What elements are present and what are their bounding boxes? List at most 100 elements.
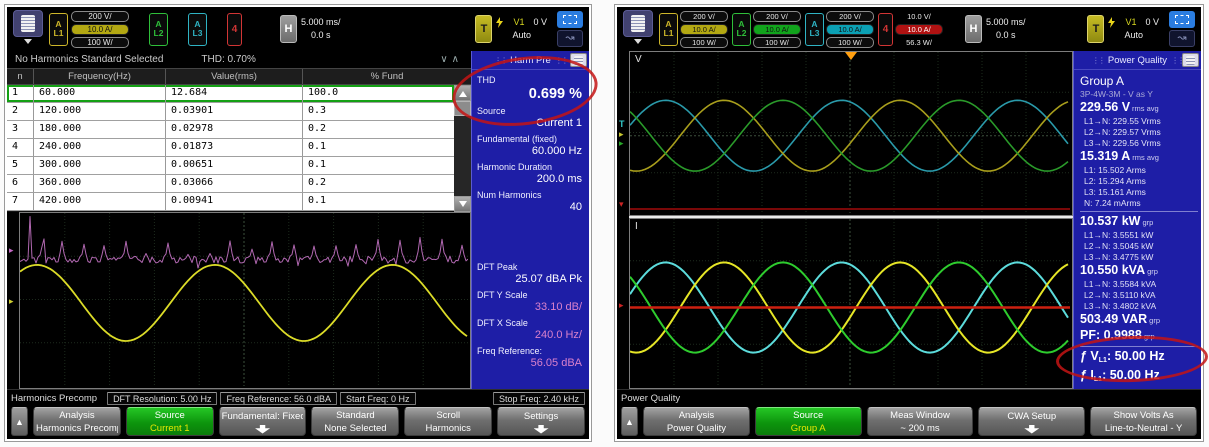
power-quality-titlebar[interactable]: ⋮⋮ Power Quality ⋮⋮ (1074, 51, 1201, 70)
channel-badge-4[interactable]: 4 (878, 13, 893, 46)
panel-title: Harm Pre (510, 55, 551, 66)
scale-10-0-a[interactable]: 10.0 A/ (680, 24, 728, 35)
freq-subscript: L1 (1094, 376, 1102, 383)
softkey-analysis[interactable]: AnalysisPower Quality (643, 407, 750, 436)
scale-100-w[interactable]: 100 W/ (826, 37, 874, 48)
scale-100-w[interactable]: 100 W/ (71, 37, 129, 48)
scale-10-0-a[interactable]: 10.0 A/ (753, 24, 801, 35)
softkey-standard[interactable]: StandardNone Selected (311, 407, 399, 436)
scale-10-0-a[interactable]: 10.0 A/ (895, 24, 943, 35)
scale-10-0-v[interactable]: 10.0 V/ (895, 11, 943, 22)
channel-badge-L1[interactable]: AL1 (659, 13, 678, 46)
pq-groups: Group A3P-4W-3M - V as Y229.56 Vrms avgL… (1074, 70, 1201, 389)
zoom-select-tool-icon[interactable] (557, 11, 583, 28)
table-cell: 2 (7, 103, 33, 120)
table-row[interactable]: 160.00012.684100.0 (7, 85, 454, 103)
softkey-source[interactable]: SourceGroup A (755, 407, 862, 436)
pq-text: 229.56 V (1080, 100, 1130, 114)
pq-text: N: 7.24 mArms (1084, 198, 1141, 208)
table-row[interactable]: 2120.0000.039010.3 (7, 103, 454, 121)
power-quality-screen-inner: AL1200 V/10.0 A/100 W/AL2200 V/10.0 A/10… (617, 7, 1201, 439)
channel-badge-L2[interactable]: AL2 (149, 13, 168, 46)
scrollbar-thumb[interactable] (454, 101, 471, 116)
softkey-top-label: Show Volts As (1113, 409, 1173, 422)
softkey-top-label: Settings (524, 410, 558, 423)
scale-56-3-w[interactable]: 56.3 W/ (895, 37, 943, 48)
harm-pre-panel: ⋮⋮ Harm Pre ⋮⋮ THD0.699 %SourceCurrent 1… (471, 51, 589, 389)
softkey-scroll[interactable]: ScrollHarmonics (404, 407, 492, 436)
panel-menu-icon[interactable] (1182, 53, 1199, 67)
table-row[interactable]: 5300.0000.006510.1 (7, 157, 454, 175)
harm-pre-titlebar[interactable]: ⋮⋮ Harm Pre ⋮⋮ (472, 51, 589, 70)
pq-text: L2→N: 229.57 Vrms (1084, 127, 1161, 137)
scrollbar-track[interactable] (454, 116, 471, 196)
scale-100-w[interactable]: 100 W/ (680, 37, 728, 48)
softkey-analysis[interactable]: AnalysisHarmonics Precomp (33, 407, 121, 436)
softkey-cwa-setup[interactable]: CWA Setup (978, 407, 1085, 436)
channel-badge-4[interactable]: 4 (227, 13, 242, 46)
table-header-frequency-hz: Frequency(Hz) (33, 69, 165, 84)
table-cell: 7 (7, 193, 33, 210)
table-row[interactable]: 3180.0000.029780.2 (7, 121, 454, 139)
softkey-page-up-button[interactable]: ▲ (621, 407, 638, 436)
channel-badge-L1[interactable]: AL1 (49, 13, 68, 46)
trigger-button[interactable]: T (1087, 15, 1104, 43)
softkey-show-volts-as[interactable]: Show Volts AsLine-to-Neutral - Y (1090, 407, 1197, 436)
expand-chevron-icon[interactable]: ∧ (452, 54, 463, 65)
right-horizontal-group: H 5.000 ms/ 0.0 s (965, 15, 1026, 43)
softkey-page-up-button[interactable]: ▲ (11, 407, 28, 436)
channel-scales-4: 10.0 V/10.0 A/56.3 W/ (895, 10, 943, 49)
channel-badge-L3[interactable]: AL3 (805, 13, 824, 46)
grip-icon: ⋮⋮ (494, 56, 506, 65)
horizontal-button[interactable]: H (280, 15, 297, 43)
softkey-bottom-label: Line-to-Neutral - Y (1105, 422, 1182, 435)
pq-sub-l1-n-229-55-vrms: L1→N: 229.55 Vrms (1080, 116, 1198, 127)
waveform-tool-icon[interactable]: ↝ (1169, 30, 1195, 47)
pq-text: 10.550 kVA (1080, 263, 1145, 277)
table-cell: 0.00941 (165, 193, 302, 210)
scale-200-v[interactable]: 200 V/ (753, 11, 801, 22)
horizontal-button[interactable]: H (965, 15, 982, 43)
channel-badge-L3[interactable]: AL3 (188, 13, 207, 46)
triangle-down-icon (459, 201, 467, 211)
squiggle-glyph: ↝ (565, 33, 574, 44)
trigger-button[interactable]: T (475, 15, 492, 43)
softkey-source[interactable]: SourceCurrent 1 (126, 407, 214, 436)
channel-L1: AL1200 V/10.0 A/100 W/ (659, 10, 728, 49)
channel-L3: AL3 (188, 13, 207, 46)
v-wave-canvas: V T▸▸▾ (629, 51, 1073, 216)
channel-badge-L2[interactable]: AL2 (732, 13, 751, 46)
table-row[interactable]: 6360.0000.030660.2 (7, 175, 454, 193)
softkey-meas-window[interactable]: Meas Window~ 200 ms (867, 407, 974, 436)
zoom-select-tool-icon[interactable] (1169, 11, 1195, 28)
collapse-chevron-icon[interactable]: ∨ (440, 54, 451, 65)
scale-200-v[interactable]: 200 V/ (71, 11, 129, 22)
table-row[interactable]: 4240.0000.018730.1 (7, 139, 454, 157)
freq-subscript: L1 (1099, 357, 1107, 364)
softkey-top-label: Fundamental: Fixed (222, 410, 304, 423)
pq-text: L2→N: 3.5045 kW (1084, 241, 1153, 251)
scroll-up-button[interactable] (454, 85, 471, 101)
scale-200-v[interactable]: 200 V/ (680, 11, 728, 22)
scale-10-0-a[interactable]: 10.0 A/ (826, 24, 874, 35)
softkey-fundamental-fixed[interactable]: Fundamental: Fixed (219, 407, 307, 436)
pq-text: Group A (1080, 74, 1124, 88)
arrow-up-icon: ▲ (15, 417, 24, 427)
scale-10-0-a[interactable]: 10.0 A/ (71, 24, 129, 35)
main-menu-button[interactable] (13, 10, 43, 48)
pq-text: L1→N: 229.55 Vrms (1084, 116, 1161, 126)
table-row[interactable]: 7420.0000.009410.1 (7, 193, 454, 211)
table-cell: 6 (7, 175, 33, 192)
table-scrollbar[interactable] (454, 85, 471, 212)
main-menu-button[interactable] (623, 10, 653, 48)
right-statusbar: Power Quality (617, 389, 1201, 406)
channel-L2: AL2 (149, 13, 168, 46)
waveform-tool-icon[interactable]: ↝ (557, 30, 583, 47)
softkey-settings[interactable]: Settings (497, 407, 585, 436)
scroll-down-button[interactable] (454, 196, 471, 212)
panel-menu-icon[interactable] (570, 53, 587, 67)
softkey-top-label: Source (155, 409, 185, 422)
scale-100-w[interactable]: 100 W/ (753, 37, 801, 48)
scale-200-v[interactable]: 200 V/ (826, 11, 874, 22)
table-cell: 0.1 (302, 139, 454, 156)
